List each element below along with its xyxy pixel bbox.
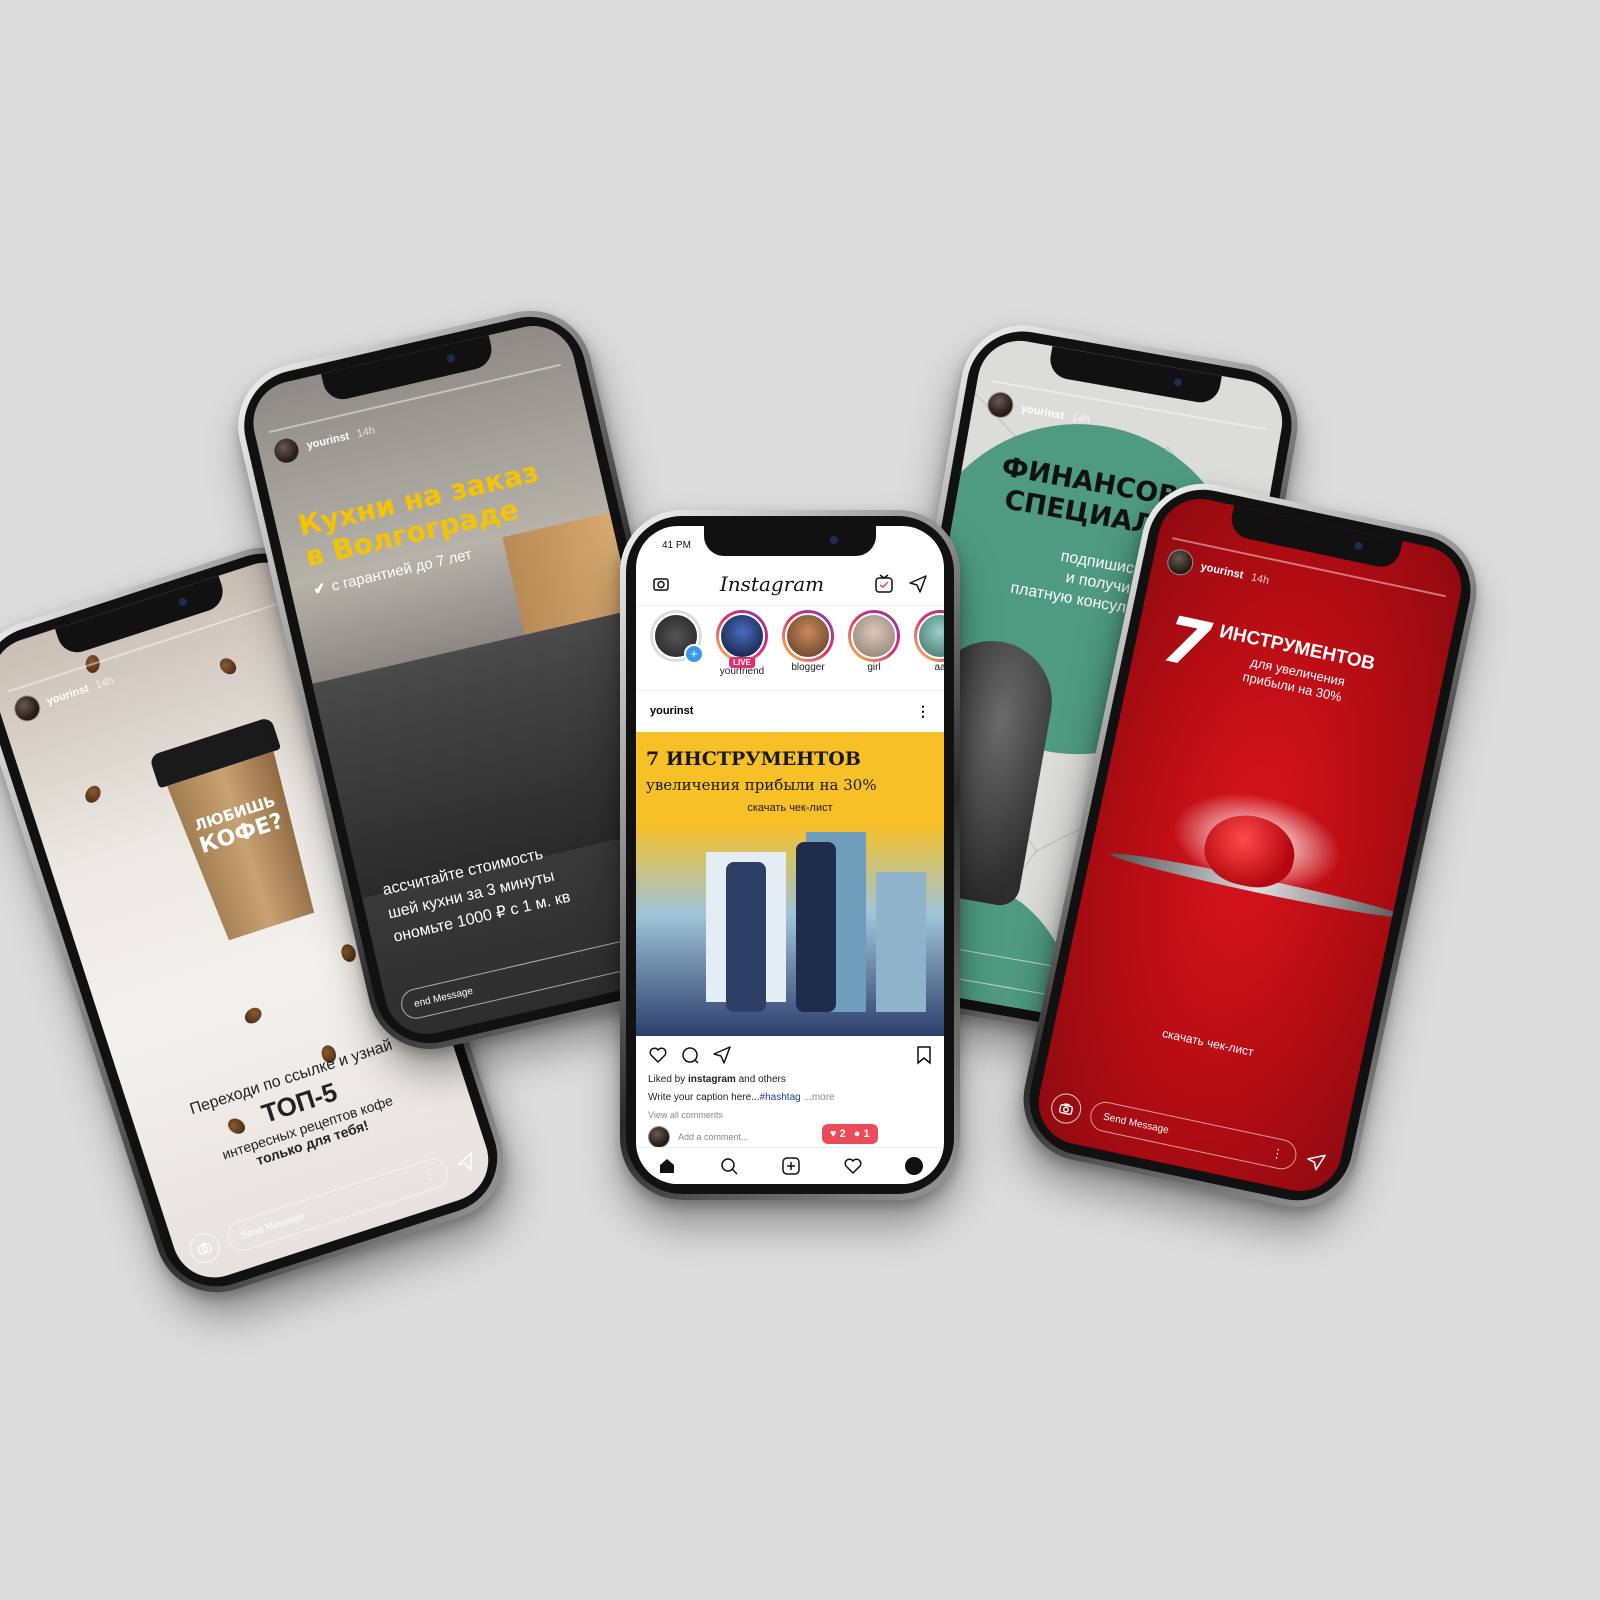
avatar: [648, 1126, 670, 1148]
story-reply-bar: Send Message ⋮: [1048, 1090, 1328, 1179]
story-item-aa[interactable]: aa: [914, 610, 944, 690]
send-icon[interactable]: [1304, 1150, 1328, 1174]
coffee-bean: [82, 782, 104, 806]
story-username[interactable]: yourinst: [1200, 561, 1245, 582]
live-badge: LIVE: [729, 657, 755, 668]
post-actions: [648, 1042, 932, 1068]
add-comment-row: Add a comment...: [648, 1126, 932, 1148]
heart-icon[interactable]: [648, 1045, 668, 1065]
story-username[interactable]: yourinst: [1020, 403, 1065, 422]
home-icon[interactable]: [657, 1156, 677, 1176]
comments-notification: ● 1: [853, 1128, 870, 1140]
story-time: 14h: [1249, 571, 1271, 588]
checkmark-icon: ✔: [311, 579, 328, 599]
avatar[interactable]: [1164, 546, 1196, 578]
post-cta: скачать чек-лист: [747, 802, 833, 814]
instagram-feed-screen[interactable]: 41 PM Instagram + LIVE yourfriend blogge…: [636, 526, 944, 1184]
post-username[interactable]: yourinst: [650, 705, 693, 717]
activity-heart-icon[interactable]: [843, 1156, 863, 1176]
direct-message-icon[interactable]: [908, 574, 928, 594]
send-icon[interactable]: [454, 1150, 479, 1175]
search-icon[interactable]: [719, 1156, 739, 1176]
coffee-cup-image: ЛЮБИШЬ КОФЕ?: [148, 716, 329, 945]
stories-tray: + LIVE yourfriend blogger girl aa: [636, 610, 944, 691]
story-item-blogger[interactable]: blogger: [782, 610, 834, 690]
comments-count: 1: [863, 1128, 870, 1140]
send-message-placeholder: Send Message: [239, 1210, 306, 1242]
share-icon[interactable]: [712, 1045, 732, 1065]
story-item-own[interactable]: +: [650, 610, 704, 690]
download-checklist-link[interactable]: скачать чек-лист: [1056, 1004, 1360, 1082]
story-time: 14h: [94, 674, 116, 692]
avatar[interactable]: [985, 389, 1016, 420]
businessman-illustration: [796, 842, 836, 1012]
send-message-placeholder: end Message: [412, 985, 474, 1010]
post-options-icon[interactable]: ⋮: [916, 703, 930, 720]
status-bar-time: 41 PM: [662, 540, 691, 551]
post-title: 7 ИНСТРУМЕНТОВ: [646, 748, 861, 770]
bookmark-icon[interactable]: [916, 1045, 932, 1065]
igtv-icon[interactable]: [874, 573, 894, 594]
building-illustration: [876, 872, 926, 1012]
send-message-placeholder: Send Message: [1102, 1111, 1170, 1136]
caption-text: Write your caption here...: [648, 1092, 760, 1103]
story-name: blogger: [791, 662, 825, 673]
post-header: yourinst ⋮: [636, 694, 944, 728]
story-time: 14h: [1070, 411, 1091, 427]
camera-icon[interactable]: [1048, 1090, 1084, 1127]
post-subtitle: увеличения прибыли на 30%: [646, 776, 877, 794]
story-name: girl: [867, 662, 881, 673]
story-time: 14h: [355, 424, 377, 441]
post-image[interactable]: 7 ИНСТРУМЕНТОВ увеличения прибыли на 30%…: [636, 732, 944, 1036]
liked-by-suffix: and others: [738, 1074, 786, 1085]
more-options-icon[interactable]: ⋮: [1270, 1145, 1285, 1161]
coffee-bean: [339, 942, 358, 964]
camera-icon[interactable]: [652, 575, 670, 593]
businesswoman-illustration: [726, 862, 766, 1012]
caption-more-link[interactable]: ...more: [803, 1092, 834, 1103]
likes-count: 2: [839, 1128, 846, 1140]
story-item-yourfriend[interactable]: LIVE yourfriend: [716, 610, 768, 690]
story-username[interactable]: yourinst: [306, 430, 351, 451]
phone-notch: [704, 526, 876, 556]
liked-by-text: Liked by instagram and others: [648, 1074, 786, 1085]
coffee-bean: [241, 1004, 265, 1027]
camera-icon[interactable]: [185, 1229, 224, 1267]
add-story-icon[interactable]: +: [684, 644, 704, 664]
big-number: 7: [1157, 602, 1217, 685]
avatar[interactable]: [270, 435, 303, 467]
liked-by-user[interactable]: instagram: [688, 1074, 736, 1085]
likes-notification: ♥ 2: [830, 1128, 846, 1140]
story-username[interactable]: yourinst: [45, 683, 90, 708]
story-item-girl[interactable]: girl: [848, 610, 900, 690]
comment-icon[interactable]: [680, 1045, 700, 1065]
activity-notification-badge[interactable]: ♥ 2 ● 1: [822, 1124, 878, 1144]
new-post-icon[interactable]: [781, 1156, 801, 1176]
instagram-logo[interactable]: Instagram: [720, 572, 824, 596]
story-name: aa: [934, 662, 944, 673]
avatar[interactable]: [10, 692, 44, 725]
instagram-header: Instagram: [636, 562, 944, 606]
caption-hashtag[interactable]: #hashtag: [760, 1092, 801, 1103]
profile-icon[interactable]: [905, 1157, 923, 1175]
liked-by-prefix: Liked by: [648, 1074, 686, 1085]
view-all-comments-link[interactable]: View all comments: [648, 1110, 723, 1120]
add-comment-input[interactable]: Add a comment...: [678, 1132, 749, 1142]
phone-instagram-feed: 41 PM Instagram + LIVE yourfriend blogge…: [620, 510, 960, 1200]
post-caption: Write your caption here...#hashtag ...mo…: [648, 1092, 835, 1103]
bottom-tab-bar: [636, 1147, 944, 1184]
more-options-icon[interactable]: ⋮: [421, 1167, 437, 1184]
